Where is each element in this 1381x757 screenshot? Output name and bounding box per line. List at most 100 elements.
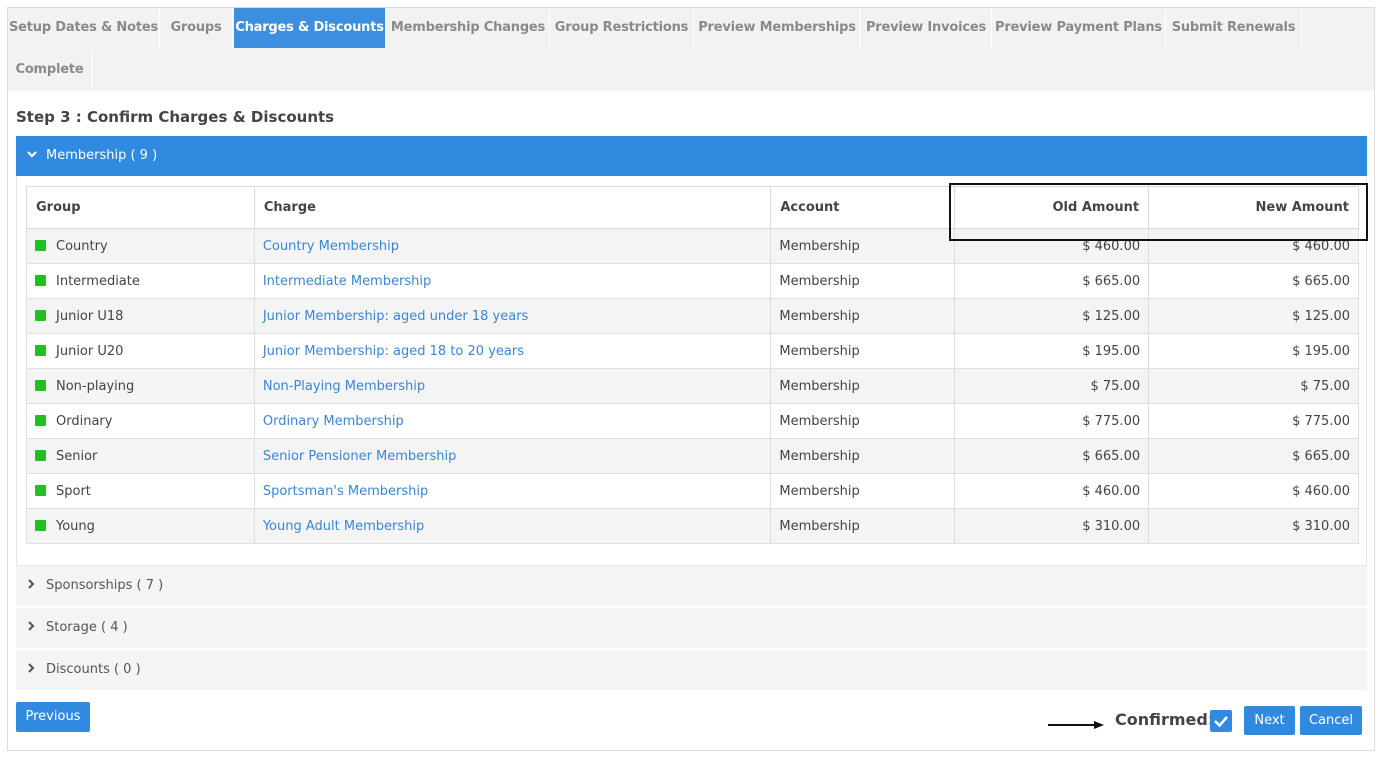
charge-cell: Country Membership: [253, 228, 772, 264]
account-cell: Membership: [770, 438, 956, 474]
status-indicator-icon: [35, 274, 46, 286]
sponsorships-panel-header[interactable]: Sponsorships ( 7 ): [16, 566, 1367, 606]
chevron-right-icon: [26, 566, 36, 606]
column-header-charge: Charge: [253, 186, 772, 229]
new-amount-cell: $ 75.00: [1148, 368, 1359, 404]
charge-cell: Young Adult Membership: [253, 508, 772, 544]
group-name: Non-playing: [56, 378, 135, 394]
charge-link[interactable]: Non-Playing Membership: [263, 379, 425, 394]
column-header-group: Group: [26, 186, 255, 229]
account-cell: Membership: [770, 403, 956, 439]
table-row: Young Young Adult Membership Membership $ 3…: [26, 508, 1359, 544]
chevron-right-icon: [26, 650, 36, 690]
charge-link[interactable]: Young Adult Membership: [263, 519, 424, 534]
charge-link[interactable]: Country Membership: [263, 239, 399, 254]
group-cell: Ordinary: [26, 403, 255, 439]
status-indicator-icon: [35, 309, 46, 321]
group-cell: Young: [26, 508, 255, 544]
account-cell: Membership: [770, 228, 956, 264]
table-row: Country Country Membership Membership $ 460…: [26, 228, 1359, 264]
charge-cell: Non-Playing Membership: [253, 368, 772, 404]
charge-link[interactable]: Junior Membership: aged 18 to 20 years: [263, 344, 524, 359]
group-cell: Non-playing: [26, 368, 255, 404]
charges-table: Group Charge Account Old Amount New Amou…: [26, 186, 1359, 544]
new-amount-cell: $ 665.00: [1148, 438, 1359, 474]
storage-panel-label: Storage ( 4 ): [46, 620, 128, 635]
table-row: Non-playing Non-Playing Membership Members…: [26, 368, 1359, 404]
tab-groups[interactable]: Groups: [160, 8, 233, 48]
column-header-account: Account: [770, 186, 956, 229]
account-cell: Membership: [770, 508, 956, 544]
tab-membership-changes[interactable]: Membership Changes: [387, 8, 550, 48]
charge-cell: Junior Membership: aged 18 to 20 years: [253, 333, 772, 369]
charge-link[interactable]: Ordinary Membership: [263, 414, 404, 429]
new-amount-cell: $ 665.00: [1148, 263, 1359, 299]
charge-cell: Ordinary Membership: [253, 403, 772, 439]
charge-cell: Junior Membership: aged under 18 years: [253, 298, 772, 334]
previous-button[interactable]: Previous: [16, 702, 90, 732]
account-cell: Membership: [770, 473, 956, 509]
group-name: Ordinary: [56, 413, 113, 429]
charge-cell: Intermediate Membership: [253, 263, 772, 299]
confirmed-checkbox[interactable]: [1210, 710, 1232, 732]
group-name: Junior U20: [56, 343, 124, 359]
old-amount-cell: $ 665.00: [954, 438, 1150, 474]
table-row: Ordinary Ordinary Membership Membership $ 7…: [26, 403, 1359, 439]
discounts-panel-label: Discounts ( 0 ): [46, 662, 141, 677]
table-row: Intermediate Intermediate Membership Membe…: [26, 263, 1359, 299]
tab-preview-invoices[interactable]: Preview Invoices: [861, 8, 992, 48]
membership-panel-body: Group Charge Account Old Amount New Amou…: [16, 176, 1367, 566]
storage-panel-header[interactable]: Storage ( 4 ): [16, 608, 1367, 648]
arrow-right-icon: [1048, 721, 1104, 729]
group-cell: Junior U18: [26, 298, 255, 334]
status-indicator-icon: [35, 449, 46, 461]
new-amount-cell: $ 125.00: [1148, 298, 1359, 334]
status-indicator-icon: [35, 344, 46, 356]
old-amount-cell: $ 195.00: [954, 333, 1150, 369]
account-cell: Membership: [770, 368, 956, 404]
renewal-wizard: Setup Dates & Notes Groups Charges & Dis…: [7, 7, 1375, 751]
group-name: Junior U18: [56, 308, 124, 324]
tab-submit-renewals[interactable]: Submit Renewals: [1166, 8, 1302, 48]
group-name: Senior: [56, 448, 98, 464]
chevron-down-icon: [26, 136, 38, 176]
new-amount-cell: $ 195.00: [1148, 333, 1359, 369]
table-row: Junior U18 Junior Membership: aged under …: [26, 298, 1359, 334]
new-amount-cell: $ 460.00: [1148, 228, 1359, 264]
charge-link[interactable]: Senior Pensioner Membership: [263, 449, 457, 464]
status-indicator-icon: [35, 379, 46, 391]
account-cell: Membership: [770, 333, 956, 369]
charge-link[interactable]: Junior Membership: aged under 18 years: [263, 309, 528, 324]
group-cell: Intermediate: [26, 263, 255, 299]
old-amount-cell: $ 460.00: [954, 473, 1150, 509]
discounts-panel-header[interactable]: Discounts ( 0 ): [16, 650, 1367, 690]
tab-group-restrictions[interactable]: Group Restrictions: [550, 8, 694, 48]
group-cell: Senior: [26, 438, 255, 474]
old-amount-cell: $ 310.00: [954, 508, 1150, 544]
tab-preview-memberships[interactable]: Preview Memberships: [694, 8, 861, 48]
table-row: Sport Sportsman's Membership Membership $ 4…: [26, 473, 1359, 509]
tab-setup-dates-notes[interactable]: Setup Dates & Notes: [8, 8, 160, 48]
charge-cell: Senior Pensioner Membership: [253, 438, 772, 474]
membership-panel-label: Membership ( 9 ): [46, 148, 158, 163]
membership-panel-header[interactable]: Membership ( 9 ): [16, 136, 1367, 176]
old-amount-cell: $ 75.00: [954, 368, 1150, 404]
charge-link[interactable]: Sportsman's Membership: [263, 484, 428, 499]
group-name: Intermediate: [56, 273, 140, 289]
cancel-button[interactable]: Cancel: [1300, 706, 1362, 735]
charge-link[interactable]: Intermediate Membership: [263, 274, 431, 289]
group-name: Sport: [56, 483, 91, 499]
group-name: Young: [56, 518, 95, 534]
tab-charges-discounts[interactable]: Charges & Discounts: [234, 8, 386, 48]
old-amount-cell: $ 665.00: [954, 263, 1150, 299]
account-cell: Membership: [770, 263, 956, 299]
tab-preview-payment-plans[interactable]: Preview Payment Plans: [992, 8, 1166, 48]
new-amount-cell: $ 775.00: [1148, 403, 1359, 439]
tab-complete[interactable]: Complete: [8, 50, 92, 90]
group-cell: Country: [26, 228, 255, 264]
wizard-tabs: Setup Dates & Notes Groups Charges & Dis…: [8, 8, 1374, 91]
table-header-row: Group Charge Account Old Amount New Amou…: [26, 186, 1359, 229]
next-button[interactable]: Next: [1244, 706, 1295, 735]
new-amount-cell: $ 310.00: [1148, 508, 1359, 544]
charge-cell: Sportsman's Membership: [253, 473, 772, 509]
